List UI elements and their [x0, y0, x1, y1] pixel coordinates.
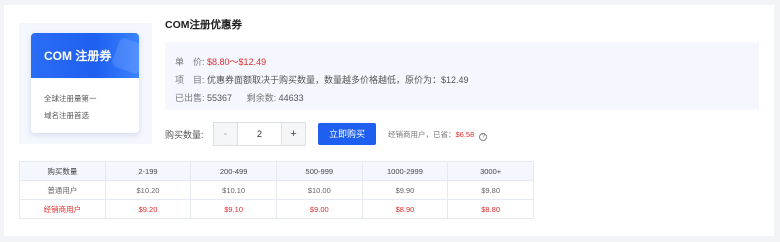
voucher-decoration [110, 36, 139, 76]
price-row: 单 价: $8.80～$12.49 [175, 55, 266, 68]
savings-amount: $6.58 [455, 130, 475, 139]
table-cell: $10.20 [104, 180, 192, 200]
table-header: 3000+ [447, 161, 534, 181]
quantity-label: 购买数量: [165, 130, 204, 140]
savings-text: 经销商用户，已省： [388, 130, 456, 139]
table-row: 普通用户 $10.20 $10.10 $10.00 $9.90 $9.80 [19, 180, 534, 200]
table-cell: 经销商用户 [19, 199, 106, 219]
item-row: 项 目: 优惠券面额取决于购买数量，数量越多价格越低，原价为：$12.49 [175, 73, 469, 86]
table-header-row: 购买数量 2-199 200-499 500-999 1000-2999 300… [19, 161, 534, 181]
remain-value: 44633 [278, 93, 304, 103]
pricing-table: 购买数量 2-199 200-499 500-999 1000-2999 300… [19, 161, 534, 219]
increment-button[interactable]: + [281, 123, 305, 145]
savings-note: 经销商用户，已省：$6.58? [388, 129, 488, 141]
table-header: 1000-2999 [361, 161, 449, 181]
table-cell: $9.00 [275, 199, 363, 219]
table-header: 购买数量 [19, 161, 106, 181]
table-header: 200-499 [190, 161, 277, 181]
quantity-input[interactable]: 2 [238, 123, 281, 145]
decrement-button[interactable]: - [214, 123, 238, 145]
sold-label: 已出售: [175, 93, 205, 103]
item-label: 项 目: [175, 75, 205, 85]
help-icon[interactable]: ? [479, 133, 488, 141]
stock-row: 已出售: 55367 剩余数: 44633 [175, 91, 304, 104]
product-title: COM注册优惠券 [165, 19, 242, 31]
sold-value: 55367 [207, 93, 233, 103]
table-cell: $10.10 [190, 180, 277, 200]
voucher-feature: 域名注册首选 [44, 111, 89, 120]
table-cell: $9.90 [361, 180, 449, 200]
item-text: 优惠券面额取决于购买数量，数量越多价格越低，原价为：$12.49 [207, 75, 469, 85]
quantity-stepper: - 2 + [213, 122, 306, 146]
buy-now-button[interactable]: 立即购买 [318, 123, 376, 145]
remain-label: 剩余数: [246, 93, 277, 103]
voucher-title: COM 注册券 [44, 49, 112, 63]
table-header: 2-199 [104, 161, 192, 181]
price-label: 单 价: [175, 57, 205, 67]
table-row: 经销商用户 $9.20 $9.10 $9.00 $8.90 $8.80 [19, 199, 534, 219]
table-cell: $10.00 [275, 180, 363, 200]
table-cell: $9.80 [447, 180, 534, 200]
table-cell: 普通用户 [19, 180, 106, 200]
table-header: 500-999 [275, 161, 363, 181]
table-cell: $9.20 [104, 199, 192, 219]
voucher-feature: 全球注册量第一 [44, 94, 97, 103]
table-cell: $9.10 [190, 199, 277, 219]
price-value: $8.80～$12.49 [207, 57, 267, 67]
table-cell: $8.80 [447, 199, 534, 219]
table-cell: $8.90 [361, 199, 449, 219]
